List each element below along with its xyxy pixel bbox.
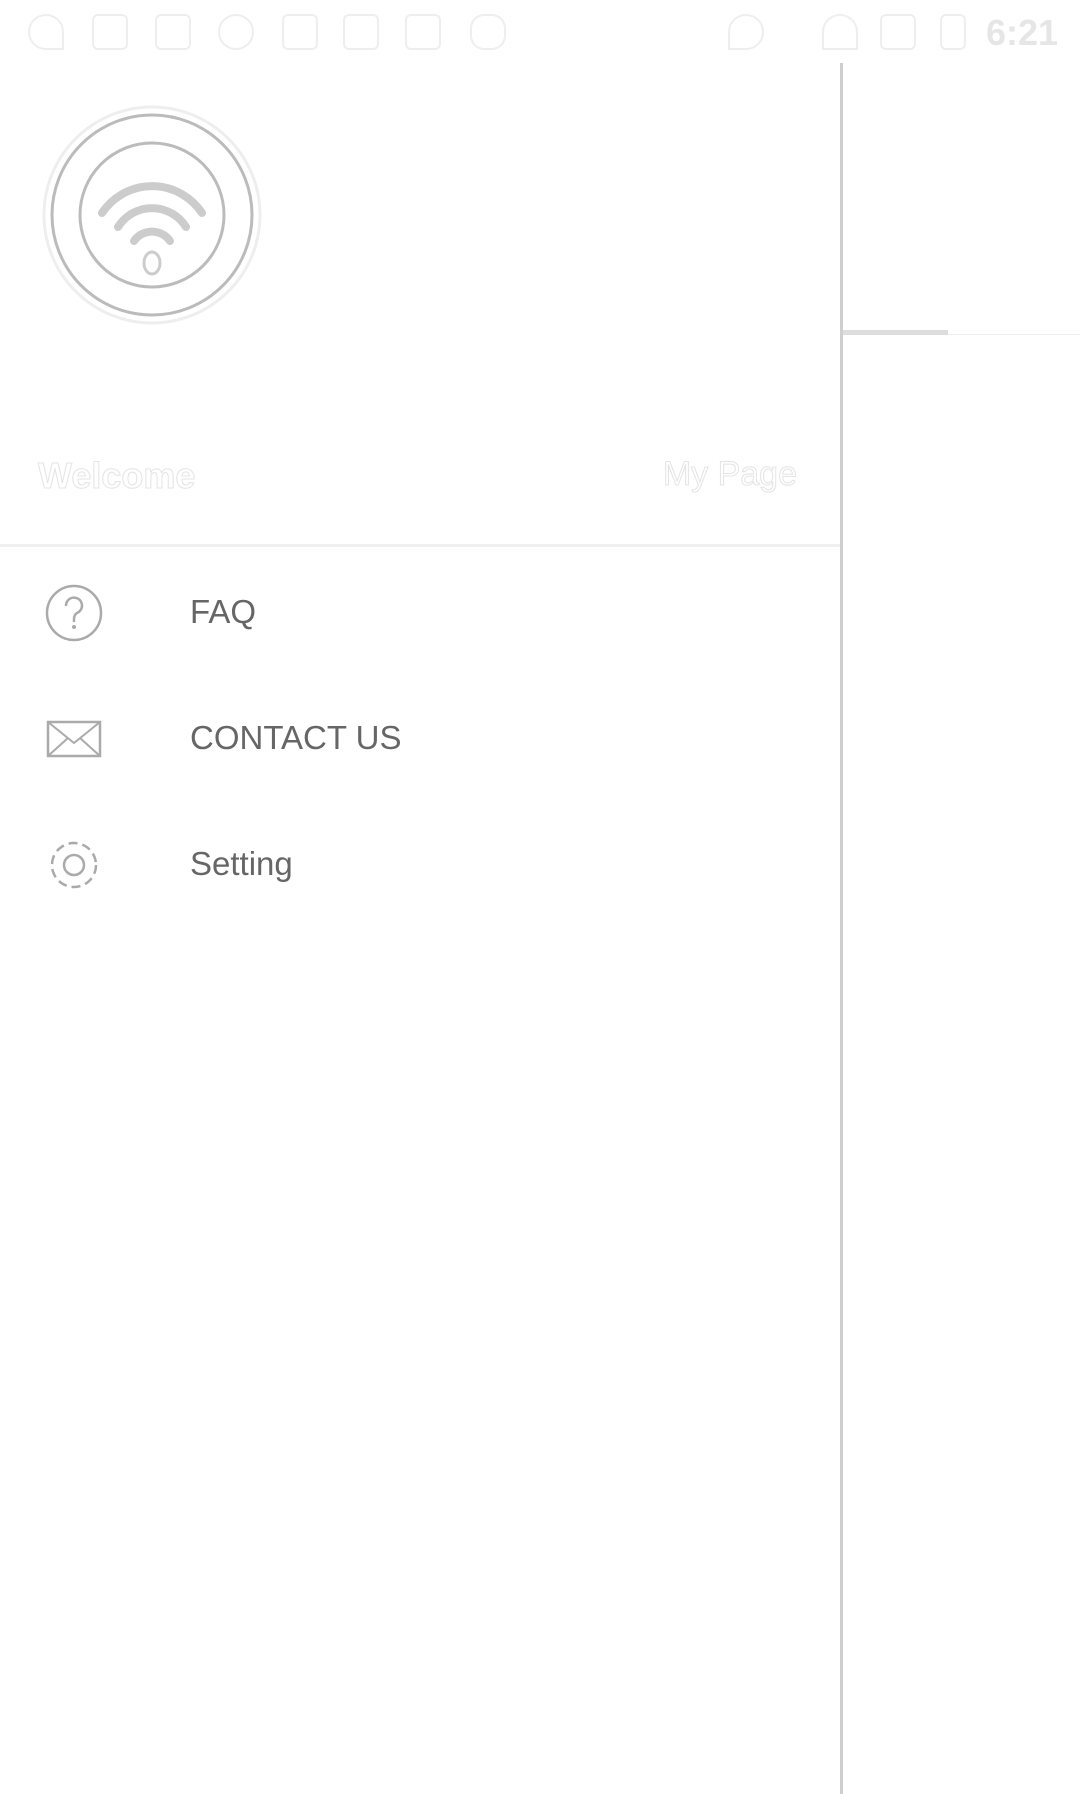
status-time: 6:21	[985, 12, 1058, 53]
main-content-scrim[interactable]	[840, 63, 1080, 1794]
menu-item-label: FAQ	[190, 593, 257, 630]
status-bar: 6:21	[0, 0, 1080, 63]
envelope-icon	[46, 720, 102, 758]
menu-item-label: Setting	[190, 845, 293, 882]
menu-item-setting[interactable]: Setting	[0, 809, 840, 919]
lock-icon	[282, 14, 318, 50]
facebook-icon	[92, 14, 128, 50]
battery-charging-icon	[940, 14, 966, 50]
app-logo-wifi-icon	[42, 105, 262, 325]
question-circle-icon	[45, 584, 103, 642]
info-icon	[218, 14, 254, 50]
tab-indicator	[843, 330, 948, 335]
no-signal-icon	[880, 14, 916, 50]
navigation-drawer: Welcome My Page FAQ CONTACT US Setting	[0, 63, 840, 1794]
bluetooth-icon	[775, 14, 811, 50]
wifi-icon	[822, 14, 858, 50]
gear-icon	[50, 841, 98, 889]
bag-check-icon	[343, 14, 379, 50]
menu-item-label: CONTACT US	[190, 719, 402, 756]
android-icon	[470, 14, 506, 50]
header-divider	[0, 544, 840, 547]
menu-item-contact-us[interactable]: CONTACT US	[0, 683, 840, 793]
welcome-text: Welcome	[37, 455, 196, 497]
divider	[948, 334, 1080, 335]
tools-icon	[155, 14, 191, 50]
wifi-question-icon	[28, 14, 64, 50]
my-page-link[interactable]: My Page	[662, 455, 797, 494]
bag-play-icon	[405, 14, 441, 50]
menu-item-faq[interactable]: FAQ	[0, 557, 840, 667]
location-icon	[728, 14, 764, 50]
